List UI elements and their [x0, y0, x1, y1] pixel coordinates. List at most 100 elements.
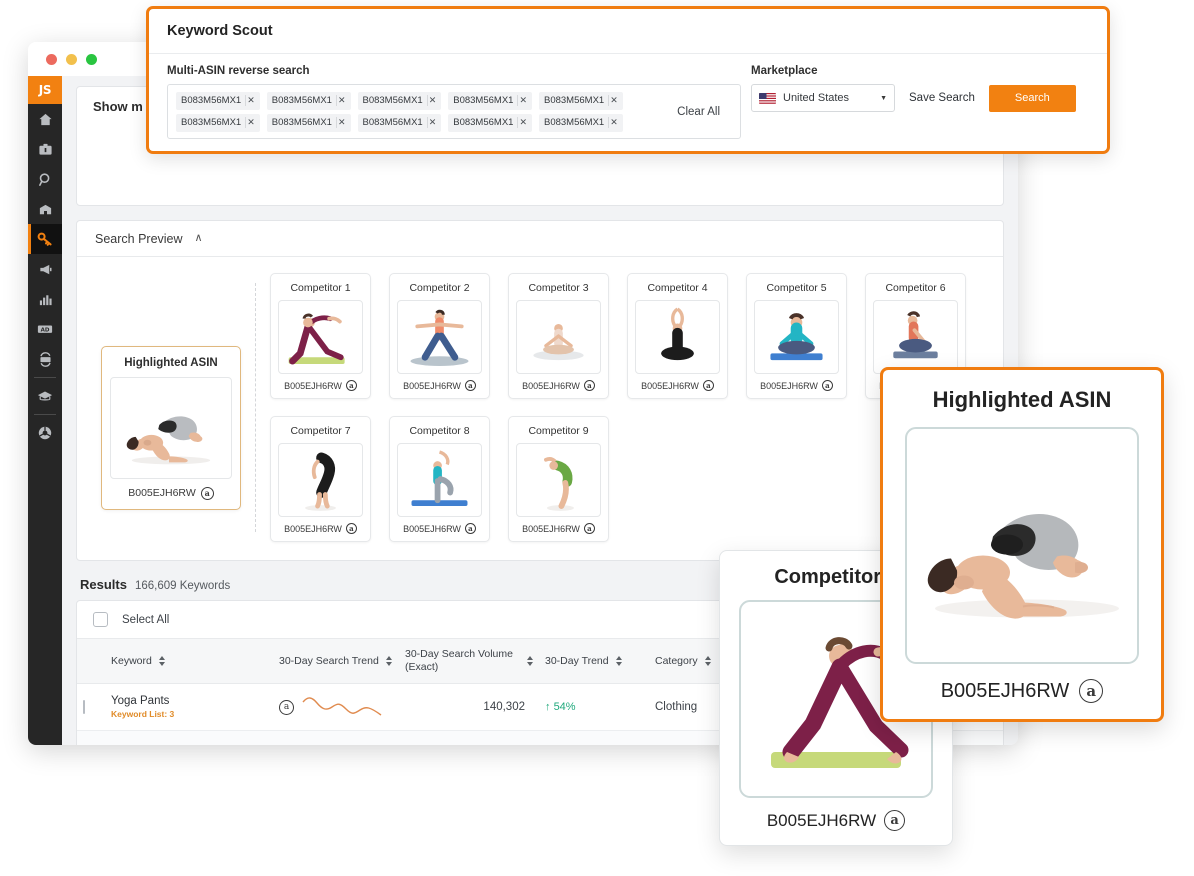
sort-toggle-icon[interactable]: [158, 656, 165, 667]
search-trend-cell: a: [273, 730, 399, 745]
search-preview-header[interactable]: Search Preview ∧: [77, 221, 1003, 257]
competitor-card-4[interactable]: Competitor 4 B005EJH6RW a: [627, 273, 728, 399]
row-checkbox[interactable]: [83, 700, 85, 715]
asin-chip[interactable]: B083M56MX1 ✕: [539, 113, 623, 132]
competitor-asin-code: B005EJH6RW: [403, 523, 461, 534]
highlighted-asin-card[interactable]: Highlighted ASIN B005EJH6RW a: [101, 345, 241, 510]
remove-chip-icon[interactable]: ✕: [335, 117, 347, 128]
sidebar-item-opportunity-finder[interactable]: [28, 194, 62, 224]
sort-toggle-icon[interactable]: [527, 656, 533, 667]
asin-chip[interactable]: B083M56MX1 ✕: [448, 91, 532, 110]
remove-chip-icon[interactable]: ✕: [517, 95, 528, 106]
competitor-asin-code: B005EJH6RW: [641, 380, 699, 391]
clear-all-button[interactable]: Clear All: [665, 106, 732, 118]
asin-chip[interactable]: B083M56MX1 ✕: [539, 91, 623, 110]
seated-arms-up-pose-image: [661, 307, 694, 361]
sidebar-item-keyword-scout[interactable]: [28, 224, 62, 254]
chevron-down-icon[interactable]: ▼: [880, 95, 887, 102]
remove-chip-icon[interactable]: ✕: [426, 95, 438, 106]
inventory-refresh-icon: [38, 351, 53, 367]
competitor-card-9[interactable]: Competitor 9 B005EJH6RW a: [508, 416, 609, 542]
competitor-asin-code: B005EJH6RW: [522, 523, 580, 534]
competitor-asin-code: B005EJH6RW: [760, 380, 818, 391]
megaphone-icon: [38, 262, 53, 277]
keyword-cell: Yoga Pants Keyword List: 3: [105, 683, 273, 732]
asin-chip[interactable]: B083M56MX1 ✕: [266, 91, 351, 110]
col-search-trend[interactable]: 30-Day Search Trend: [273, 639, 399, 685]
sort-toggle-icon[interactable]: [615, 656, 622, 667]
competitor-asin-row: B005EJH6RW a: [635, 380, 720, 391]
marketplace-label: Marketplace: [751, 65, 818, 77]
sidebar-item-academy[interactable]: [28, 381, 62, 411]
row-select-header: [77, 639, 105, 685]
marketplace-select[interactable]: United States ▼: [751, 84, 895, 112]
sidebar-item-extension[interactable]: [28, 418, 62, 448]
sidebar-item-product-database[interactable]: [28, 164, 62, 194]
js-logo[interactable]: JS: [28, 76, 62, 104]
save-search-button[interactable]: Save Search: [909, 92, 975, 104]
col-keyword[interactable]: Keyword: [105, 639, 273, 685]
remove-chip-icon[interactable]: ✕: [608, 117, 619, 128]
competitor-thumbnail: [397, 300, 482, 374]
competitor-popout-asin: B005EJH6RW: [766, 810, 877, 830]
close-window-button[interactable]: [46, 53, 57, 65]
sidebar-item-advertising[interactable]: AD: [28, 314, 62, 344]
competitor-asin-row: B005EJH6RW a: [397, 380, 482, 391]
remove-chip-icon[interactable]: ✕: [426, 117, 438, 128]
competitor-card-3[interactable]: Competitor 3 B005EJH6RW a: [508, 273, 609, 399]
sparkline-chart: [302, 741, 382, 745]
minimize-window-button[interactable]: [66, 53, 77, 65]
maximize-window-button[interactable]: [86, 53, 97, 65]
asin-chip[interactable]: B083M56MX1 ✕: [266, 113, 351, 132]
sort-toggle-icon[interactable]: [704, 656, 711, 667]
competitor-asin-code: B005EJH6RW: [522, 380, 580, 391]
competitor-thumbnail: [754, 300, 839, 374]
amazon-badge-icon: a: [464, 380, 476, 391]
sidebar-item-inventory[interactable]: [28, 344, 62, 374]
asin-chip[interactable]: B083M56MX1 ✕: [176, 113, 260, 132]
competitor-card-5[interactable]: Competitor 5 B005EJH6RW a: [746, 273, 847, 399]
remove-chip-icon[interactable]: ✕: [517, 117, 528, 128]
forward-fold-pose-image: [305, 452, 336, 511]
amazon-badge-icon: a: [345, 380, 357, 391]
competitor-asin-row: B005EJH6RW a: [397, 523, 482, 534]
row-select-cell[interactable]: [77, 683, 105, 732]
highlighted-asin-popout-card[interactable]: Highlighted ASIN B005EJH6RW a: [880, 367, 1164, 722]
asin-chip[interactable]: B083M56MX1 ✕: [176, 91, 260, 110]
chevron-up-icon[interactable]: ∧: [195, 233, 203, 244]
highlighted-asin-column: Highlighted ASIN B005EJH6RW a: [91, 273, 251, 542]
asin-chip[interactable]: B083M56MX1 ✕: [357, 91, 442, 110]
competitor-card-7[interactable]: Competitor 7 B005EJH6RW a: [270, 416, 371, 542]
sidebar-item-toolbox[interactable]: [28, 134, 62, 164]
remove-chip-icon[interactable]: ✕: [245, 117, 256, 128]
backbend-pose-image: [544, 457, 574, 511]
competitor-title: Competitor 9: [528, 425, 589, 437]
svg-text:AD: AD: [41, 327, 50, 333]
col-search-volume[interactable]: 30-Day Search Volume (Exact): [399, 639, 539, 685]
trend-value: ↑ 54%: [545, 701, 576, 713]
competitor-card-1[interactable]: Competitor 1 B005EJH6RW a: [270, 273, 371, 399]
sidebar-item-home[interactable]: [28, 104, 62, 134]
sidebar-item-analytics[interactable]: [28, 284, 62, 314]
sidebar-item-promotions[interactable]: [28, 254, 62, 284]
keyword-list-badge[interactable]: Keyword List: 3: [111, 709, 267, 719]
amazon-badge-icon: a: [345, 523, 357, 534]
asin-chip[interactable]: B083M56MX1 ✕: [357, 113, 442, 132]
remove-chip-icon[interactable]: ✕: [335, 95, 347, 106]
asin-chip-label: B083M56MX1: [453, 117, 514, 128]
trend-cell: ↑ 54%: [539, 683, 649, 732]
asin-chip[interactable]: B083M56MX1 ✕: [448, 113, 532, 132]
sort-toggle-icon[interactable]: [385, 656, 392, 667]
competitor-asin-row: B005EJH6RW a: [278, 380, 363, 391]
competitor-card-2[interactable]: Competitor 2 B005EJH6RW a: [389, 273, 490, 399]
select-all-checkbox[interactable]: [93, 612, 108, 627]
col-trend[interactable]: 30-Day Trend: [539, 639, 649, 685]
asin-input-box[interactable]: B083M56MX1 ✕ B083M56MX1 ✕ B083M56MX1 ✕ B083…: [167, 84, 741, 139]
remove-chip-icon[interactable]: ✕: [245, 95, 256, 106]
asin-chip-label: B083M56MX1: [271, 95, 332, 106]
amazon-badge-icon: a: [200, 486, 214, 500]
remove-chip-icon[interactable]: ✕: [608, 95, 619, 106]
row-select-cell[interactable]: [77, 730, 105, 745]
search-button[interactable]: Search: [988, 84, 1076, 112]
competitor-card-8[interactable]: Competitor 8 B005EJH6RW a: [389, 416, 490, 542]
